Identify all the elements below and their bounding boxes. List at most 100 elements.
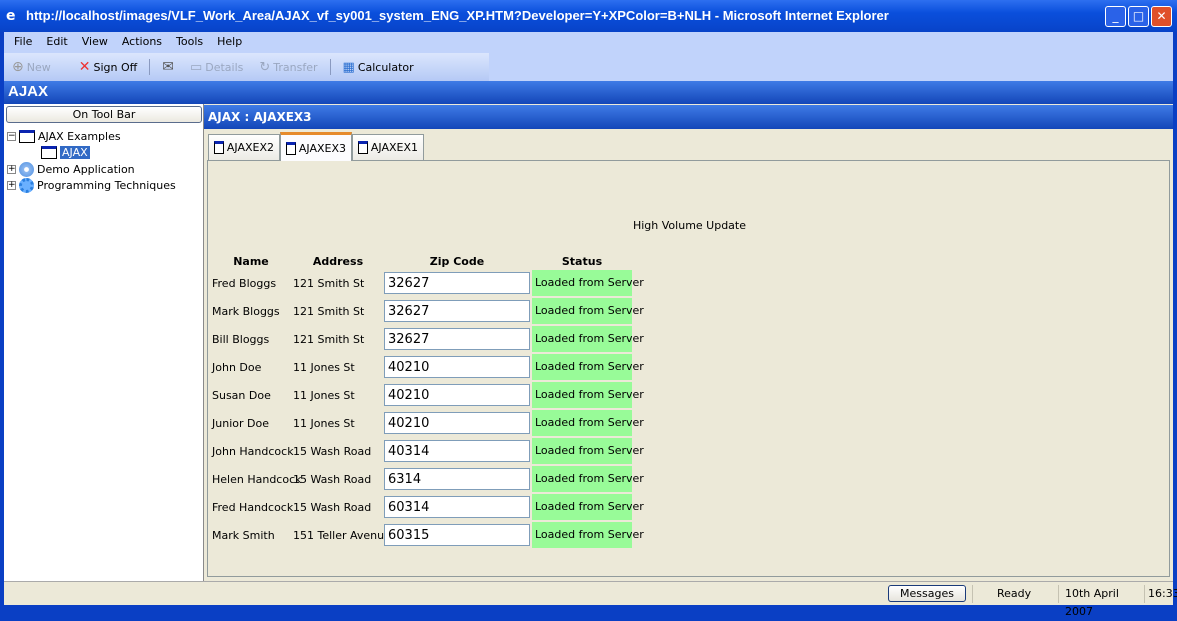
sign-off-button[interactable]: ✕ Sign Off bbox=[71, 59, 145, 75]
zip-code-input[interactable] bbox=[384, 468, 530, 490]
new-button[interactable]: ⊕ New bbox=[4, 59, 59, 75]
row-address: 15 Wash Road bbox=[293, 445, 372, 458]
status-date: 10th April 2007 bbox=[1058, 585, 1144, 618]
column-header-address: Address bbox=[312, 255, 364, 268]
tree-item-programming-techniques[interactable]: + Programming Techniques bbox=[7, 178, 176, 193]
messages-button[interactable]: Messages bbox=[888, 585, 966, 602]
tab-content: High Volume Update Name Address Zip Code… bbox=[207, 160, 1170, 577]
minimize-button[interactable]: _ bbox=[1105, 6, 1126, 27]
zip-code-input[interactable] bbox=[384, 524, 530, 546]
tab-ajaxex2[interactable]: AJAXEX2 bbox=[208, 134, 280, 160]
panel-header: AJAX : AJAXEX3 bbox=[204, 105, 1173, 129]
zip-code-input[interactable] bbox=[384, 384, 530, 406]
title-bar: http://localhost/images/VLF_Work_Area/AJ… bbox=[0, 0, 1177, 32]
ie-icon: e bbox=[6, 8, 16, 24]
tab-ajaxex3[interactable]: AJAXEX3 bbox=[280, 132, 352, 161]
menu-file[interactable]: File bbox=[7, 32, 39, 53]
collapse-icon[interactable]: − bbox=[7, 132, 16, 141]
status-badge: Loaded from Server bbox=[532, 298, 644, 324]
status-badge: Loaded from Server bbox=[532, 354, 644, 380]
row-name: John Doe bbox=[212, 361, 262, 374]
status-text: Ready bbox=[972, 585, 1058, 603]
row-address: 11 Jones St bbox=[293, 361, 355, 374]
transfer-button[interactable]: ↻ Transfer bbox=[251, 60, 325, 75]
close-button[interactable]: ✕ bbox=[1151, 6, 1172, 27]
status-badge: Loaded from Server bbox=[532, 382, 644, 408]
separator bbox=[329, 59, 331, 75]
menu-bar: File Edit View Actions Tools Help bbox=[4, 32, 1173, 53]
tree-item-ajax-examples[interactable]: − AJAX Examples bbox=[7, 130, 121, 143]
disc-icon bbox=[19, 162, 34, 177]
window-icon bbox=[358, 141, 368, 154]
column-header-status: Status bbox=[561, 255, 603, 268]
menu-edit[interactable]: Edit bbox=[39, 32, 74, 53]
maximize-button[interactable]: □ bbox=[1128, 6, 1149, 27]
x-icon: ✕ bbox=[78, 59, 91, 75]
toolbar: ⊕ New ✕ Sign Off ✉ ▭ Details ↻ Transfer ▦ Cal… bbox=[4, 53, 1173, 81]
row-address: 11 Jones St bbox=[293, 417, 355, 430]
row-address: 15 Wash Road bbox=[293, 501, 372, 514]
row-address: 11 Jones St bbox=[293, 389, 355, 402]
zip-code-input[interactable] bbox=[384, 300, 530, 322]
calculator-icon: ▦ bbox=[342, 59, 355, 75]
row-address: 151 Teller Avenue bbox=[293, 529, 391, 542]
row-name: John Handcock bbox=[212, 445, 294, 458]
row-name: Bill Bloggs bbox=[212, 333, 270, 346]
status-badge: Loaded from Server bbox=[532, 410, 644, 436]
row-address: 121 Smith St bbox=[293, 305, 365, 318]
zip-code-input[interactable] bbox=[384, 440, 530, 462]
section-title: High Volume Update bbox=[632, 219, 747, 232]
status-badge: Loaded from Server bbox=[532, 494, 644, 520]
zip-code-input[interactable] bbox=[384, 328, 530, 350]
status-badge: Loaded from Server bbox=[532, 326, 644, 352]
transfer-icon: ↻ bbox=[259, 59, 271, 75]
status-badge: Loaded from Server bbox=[532, 522, 644, 548]
row-name: Junior Doe bbox=[212, 417, 269, 430]
details-button[interactable]: ▭ Details bbox=[182, 60, 251, 75]
status-badge: Loaded from Server bbox=[532, 438, 644, 464]
on-tool-bar-button[interactable]: On Tool Bar bbox=[6, 106, 202, 123]
window-icon bbox=[214, 141, 224, 154]
row-name: Fred Handcock bbox=[212, 501, 294, 514]
left-panel: On Tool Bar − AJAX Examples AJAX + Demo Ap… bbox=[4, 104, 204, 581]
row-address: 121 Smith St bbox=[293, 277, 365, 290]
app-header: AJAX bbox=[4, 81, 1173, 104]
menu-help[interactable]: Help bbox=[210, 32, 249, 53]
menu-view[interactable]: View bbox=[75, 32, 115, 53]
row-address: 121 Smith St bbox=[293, 333, 365, 346]
right-panel: AJAX : AJAXEX3 AJAXEX2 AJAXEX3 AJAXEX1 H… bbox=[204, 104, 1173, 581]
envelope-icon: ✉ bbox=[162, 59, 174, 75]
tab-ajaxex1[interactable]: AJAXEX1 bbox=[352, 134, 424, 160]
expand-icon[interactable]: + bbox=[7, 181, 16, 190]
status-badge: Loaded from Server bbox=[532, 270, 644, 296]
row-name: Susan Doe bbox=[212, 389, 271, 402]
status-badge: Loaded from Server bbox=[532, 466, 644, 492]
row-name: Helen Handcock bbox=[212, 473, 302, 486]
status-bar: Messages Ready 10th April 2007 16:33 bbox=[4, 581, 1177, 618]
zip-code-input[interactable] bbox=[384, 356, 530, 378]
window-icon: ▭ bbox=[189, 59, 203, 75]
window-icon bbox=[286, 141, 296, 155]
tree-item-demo-application[interactable]: + Demo Application bbox=[7, 162, 135, 177]
row-name: Mark Bloggs bbox=[212, 305, 280, 318]
mail-button[interactable]: ✉ bbox=[154, 59, 182, 75]
plus-icon: ⊕ bbox=[12, 59, 24, 75]
column-header-name: Name bbox=[233, 255, 269, 268]
window-icon bbox=[19, 130, 35, 143]
zip-code-input[interactable] bbox=[384, 496, 530, 518]
calculator-button[interactable]: ▦ Calculator bbox=[335, 60, 422, 75]
column-header-zip: Zip Code bbox=[429, 255, 485, 268]
menu-actions[interactable]: Actions bbox=[115, 32, 169, 53]
status-time: 16:33 bbox=[1144, 585, 1177, 603]
menu-tools[interactable]: Tools bbox=[169, 32, 210, 53]
zip-code-input[interactable] bbox=[384, 272, 530, 294]
row-name: Mark Smith bbox=[212, 529, 275, 542]
expand-icon[interactable]: + bbox=[7, 165, 16, 174]
row-address: 15 Wash Road bbox=[293, 473, 372, 486]
row-name: Fred Bloggs bbox=[212, 277, 277, 290]
window-icon bbox=[41, 146, 57, 159]
gear-icon bbox=[19, 178, 34, 193]
tree-item-ajax[interactable]: AJAX bbox=[41, 146, 90, 159]
zip-code-input[interactable] bbox=[384, 412, 530, 434]
app-window: File Edit View Actions Tools Help ⊕ New ✕ Sign … bbox=[4, 32, 1177, 618]
